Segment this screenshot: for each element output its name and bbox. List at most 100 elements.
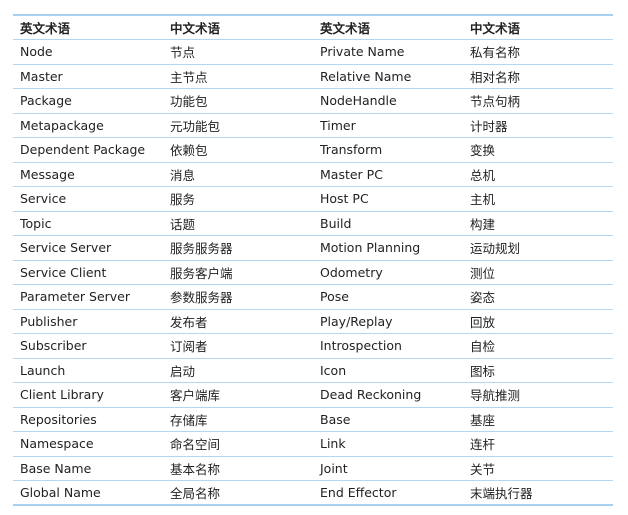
english-term: Service Server — [20, 240, 112, 256]
chinese-term: 功能包 — [170, 94, 208, 110]
english-term: Base Name — [20, 460, 92, 476]
english-term: Icon — [320, 362, 347, 378]
english-term: Dead Reckoning — [320, 387, 422, 403]
english-term: NodeHandle — [320, 93, 397, 109]
table-row: Master 主节点 Relative Name 相对名称 — [13, 64, 613, 89]
table-row: Service 服务 Host PC 主机 — [13, 187, 613, 211]
table-row: Base Name 基本名称 Joint 关节 — [13, 456, 613, 481]
english-term: Service — [20, 191, 67, 207]
chinese-term: 订阅者 — [170, 339, 208, 355]
chinese-term: 参数服务器 — [170, 290, 233, 306]
english-term: Build — [320, 215, 352, 231]
chinese-term: 元功能包 — [170, 118, 221, 134]
chinese-term: 私有名称 — [470, 45, 521, 61]
english-term: Odometry — [320, 264, 383, 280]
english-term: Joint — [320, 460, 348, 476]
chinese-term: 启动 — [170, 363, 196, 379]
table-row: Topic 话题 Build 构建 — [13, 211, 613, 236]
english-term: Base — [320, 411, 351, 427]
chinese-term: 服务客户端 — [170, 265, 233, 281]
english-term: Timer — [320, 117, 356, 133]
chinese-term: 基座 — [470, 412, 496, 428]
header-row: 英文术语 中文术语 英文术语 中文术语 — [13, 15, 613, 40]
chinese-term: 依赖包 — [170, 143, 208, 159]
chinese-term: 服务服务器 — [170, 241, 233, 257]
english-term: End Effector — [320, 485, 397, 500]
chinese-term: 运动规划 — [470, 241, 521, 257]
header-chinese-term: 中文术语 — [470, 21, 521, 36]
chinese-term: 命名空间 — [170, 437, 221, 453]
english-term: Pose — [320, 289, 349, 305]
table-row: Publisher 发布者 Play/Replay 回放 — [13, 309, 613, 334]
chinese-term: 基本名称 — [170, 461, 221, 477]
chinese-term: 总机 — [470, 167, 496, 183]
chinese-term: 回放 — [470, 314, 496, 330]
chinese-term: 消息 — [170, 167, 196, 183]
table-row: Global Name 全局名称 End Effector 末端执行器 — [13, 481, 613, 505]
english-term: Repositories — [20, 411, 97, 427]
english-term: Relative Name — [320, 68, 412, 84]
chinese-term: 计时器 — [470, 118, 508, 134]
chinese-term: 相对名称 — [470, 69, 521, 85]
english-term: Transform — [320, 142, 383, 158]
english-term: Subscriber — [20, 338, 87, 354]
english-term: Master — [20, 68, 63, 84]
chinese-term: 节点句柄 — [470, 94, 521, 110]
table-row: Namespace 命名空间 Link 连杆 — [13, 432, 613, 456]
chinese-term: 末端执行器 — [470, 486, 533, 501]
english-term: Node — [20, 44, 53, 60]
english-term: Publisher — [20, 313, 78, 329]
chinese-term: 存储库 — [170, 412, 208, 428]
english-term: Link — [320, 436, 346, 452]
chinese-term: 测位 — [470, 265, 496, 281]
english-term: Introspection — [320, 338, 402, 354]
english-term: Client Library — [20, 387, 104, 403]
chinese-term: 连杆 — [470, 437, 496, 453]
chinese-term: 发布者 — [170, 314, 208, 330]
chinese-term: 客户端库 — [170, 388, 221, 404]
header-english-term: 英文术语 — [320, 21, 371, 36]
english-term: Launch — [20, 362, 66, 378]
english-term: Host PC — [320, 191, 369, 207]
chinese-term: 主机 — [470, 192, 496, 208]
chinese-term: 姿态 — [470, 290, 496, 306]
english-term: Play/Replay — [320, 313, 393, 329]
chinese-term: 节点 — [170, 45, 196, 61]
chinese-term: 全局名称 — [170, 486, 221, 501]
table-row: Parameter Server 参数服务器 Pose 姿态 — [13, 285, 613, 309]
chinese-term: 自检 — [470, 339, 496, 355]
table-row: Service Server 服务服务器 Motion Planning 运动规划 — [13, 236, 613, 260]
table-row: Node 节点 Private Name 私有名称 — [13, 40, 613, 64]
english-term: Private Name — [320, 44, 405, 60]
chinese-term: 关节 — [470, 461, 496, 477]
english-term: Master PC — [320, 166, 383, 182]
english-term: Service Client — [20, 264, 107, 280]
chinese-term: 主节点 — [170, 69, 208, 85]
table-row: Client Library 客户端库 Dead Reckoning 导航推测 — [13, 383, 613, 407]
table-row: Metapackage 元功能包 Timer 计时器 — [13, 113, 613, 138]
table-row: Launch 启动 Icon 图标 — [13, 358, 613, 383]
table-row: Message 消息 Master PC 总机 — [13, 162, 613, 187]
english-term: Package — [20, 93, 72, 109]
chinese-term: 服务 — [170, 192, 196, 208]
table-row: Repositories 存储库 Base 基座 — [13, 407, 613, 432]
glossary-table: 英文术语 中文术语 英文术语 中文术语 Node 节点 Private Name 私有… — [13, 14, 613, 506]
english-term: Metapackage — [20, 117, 104, 133]
english-term: Message — [20, 166, 75, 182]
english-term: Parameter Server — [20, 289, 130, 305]
chinese-term: 导航推测 — [470, 388, 521, 404]
english-term: Global Name — [20, 485, 101, 500]
table-row: Subscriber 订阅者 Introspection 自检 — [13, 334, 613, 358]
table-row: Package 功能包 NodeHandle 节点句柄 — [13, 89, 613, 113]
english-term: Dependent Package — [20, 142, 146, 158]
english-term: Topic — [20, 215, 52, 231]
chinese-term: 话题 — [170, 216, 196, 232]
table-row: Dependent Package 依赖包 Transform 变换 — [13, 138, 613, 162]
header-english-term: 英文术语 — [20, 21, 71, 36]
english-term: Motion Planning — [320, 240, 421, 256]
chinese-term: 变换 — [470, 143, 496, 159]
chinese-term: 构建 — [470, 216, 496, 232]
table-row: Service Client 服务客户端 Odometry 测位 — [13, 260, 613, 285]
english-term: Namespace — [20, 436, 94, 452]
header-chinese-term: 中文术语 — [170, 21, 221, 36]
